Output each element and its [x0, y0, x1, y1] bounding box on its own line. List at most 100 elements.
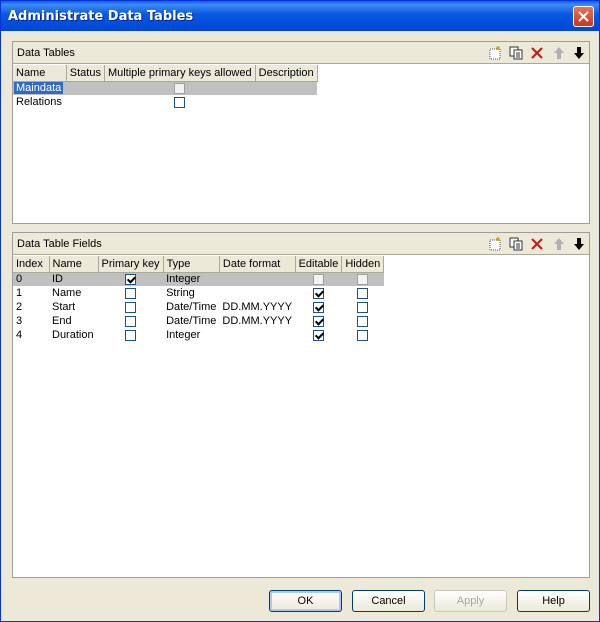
table-status	[66, 95, 104, 109]
table-description	[255, 81, 318, 95]
table-row[interactable]: Relations	[13, 95, 317, 109]
col-header-date-format[interactable]: Date format	[219, 256, 296, 273]
new-icon	[489, 46, 501, 60]
delete-icon	[531, 47, 543, 59]
field-date-format[interactable]	[219, 272, 296, 286]
field-row[interactable]: 4 Duration Integer	[13, 328, 384, 342]
field-date-format[interactable]	[219, 286, 295, 300]
table-name[interactable]: Maindata	[14, 82, 64, 95]
col-header-index[interactable]: Index	[13, 256, 50, 273]
table-description	[255, 95, 317, 109]
ok-button[interactable]: OK	[269, 590, 342, 612]
editable-checkbox[interactable]	[312, 287, 324, 299]
field-type[interactable]: Date/Time	[163, 314, 219, 328]
field-name[interactable]: Duration	[49, 328, 98, 342]
col-header-hidden[interactable]: Hidden	[341, 256, 385, 273]
field-date-format[interactable]	[219, 328, 295, 342]
move-up-table-button[interactable]	[551, 45, 567, 61]
window-title: Administrate Data Tables	[8, 9, 194, 24]
field-row[interactable]: 1 Name String	[13, 286, 384, 300]
new-table-button[interactable]	[487, 45, 503, 61]
primary-key-checkbox[interactable]	[125, 301, 137, 313]
copy-table-button[interactable]	[508, 45, 524, 61]
data-tables-header-row: Name Status Multiple primary keys allowe…	[13, 65, 318, 82]
move-up-icon	[554, 47, 564, 59]
help-button[interactable]: Help	[517, 590, 590, 612]
col-header-type[interactable]: Type	[163, 256, 220, 273]
move-down-icon	[574, 238, 584, 250]
table-status	[66, 81, 105, 95]
field-index: 0	[13, 272, 49, 286]
title-bar[interactable]: Administrate Data Tables	[1, 1, 599, 31]
delete-icon	[531, 238, 543, 250]
fields-title: Data Table Fields	[17, 238, 102, 250]
delete-field-button[interactable]	[529, 236, 545, 252]
editable-checkbox[interactable]	[312, 301, 324, 313]
fields-header: Data Table Fields	[13, 233, 589, 255]
fields-grid: Index Name Primary key Type Date format …	[13, 256, 385, 342]
field-type[interactable]: String	[163, 286, 219, 300]
col-header-primary-key[interactable]: Primary key	[98, 256, 164, 273]
primary-key-checkbox[interactable]	[125, 287, 137, 299]
col-header-editable[interactable]: Editable	[295, 256, 343, 273]
multiple-primary-keys-checkbox[interactable]	[174, 96, 186, 108]
col-header-name[interactable]: Name	[13, 65, 67, 82]
field-index: 3	[16, 315, 23, 327]
data-tables-panel: Data Tables Name Status Multiple primary…	[12, 41, 590, 224]
move-up-field-button[interactable]	[551, 236, 567, 252]
table-row[interactable]: Maindata	[13, 81, 318, 95]
fields-header-row: Index Name Primary key Type Date format …	[13, 256, 385, 273]
field-index: 2	[16, 301, 23, 313]
delete-table-button[interactable]	[529, 45, 545, 61]
apply-button[interactable]: Apply	[434, 590, 507, 612]
field-index: 4	[16, 329, 23, 341]
data-tables-title: Data Tables	[17, 47, 75, 59]
field-date-format[interactable]: DD.MM.YYYY	[219, 300, 295, 314]
editable-checkbox[interactable]	[312, 329, 324, 341]
field-type[interactable]: Integer	[163, 272, 220, 286]
cancel-button[interactable]: Cancel	[352, 590, 425, 612]
col-header-status[interactable]: Status	[66, 65, 105, 82]
data-table-fields-panel: Data Table Fields Index Name Primary key…	[12, 232, 590, 578]
table-name[interactable]: Relations	[13, 95, 66, 109]
editable-checkbox[interactable]	[312, 273, 324, 285]
primary-key-checkbox[interactable]	[125, 273, 137, 285]
hidden-checkbox[interactable]	[357, 315, 369, 327]
copy-icon	[509, 237, 523, 251]
primary-key-checkbox[interactable]	[125, 315, 137, 327]
field-name[interactable]: Name	[49, 286, 98, 300]
copy-field-button[interactable]	[508, 236, 524, 252]
move-down-table-button[interactable]	[571, 45, 587, 61]
hidden-checkbox[interactable]	[357, 329, 369, 341]
col-header-description[interactable]: Description	[255, 65, 318, 82]
move-down-field-button[interactable]	[571, 236, 587, 252]
dialog-window: Administrate Data Tables Data Tables Nam…	[0, 0, 600, 622]
hidden-checkbox[interactable]	[357, 301, 369, 313]
field-name[interactable]: End	[49, 314, 98, 328]
multiple-primary-keys-checkbox[interactable]	[174, 82, 186, 94]
field-name[interactable]: Start	[49, 300, 98, 314]
hidden-checkbox[interactable]	[357, 273, 369, 285]
data-tables-header: Data Tables	[13, 42, 589, 64]
close-icon	[578, 11, 589, 22]
editable-checkbox[interactable]	[312, 315, 324, 327]
copy-icon	[509, 46, 523, 60]
field-row[interactable]: 0 ID Integer	[13, 272, 384, 286]
new-icon	[489, 237, 501, 251]
hidden-checkbox[interactable]	[357, 287, 369, 299]
new-field-button[interactable]	[487, 236, 503, 252]
field-type[interactable]: Integer	[163, 328, 219, 342]
field-row[interactable]: 2 Start Date/Time DD.MM.YYYY	[13, 300, 384, 314]
primary-key-checkbox[interactable]	[125, 329, 137, 341]
move-down-icon	[574, 47, 584, 59]
field-date-format[interactable]: DD.MM.YYYY	[219, 314, 295, 328]
col-header-name[interactable]: Name	[49, 256, 99, 273]
close-button[interactable]	[573, 6, 594, 27]
field-index: 1	[16, 287, 23, 299]
field-row[interactable]: 3 End Date/Time DD.MM.YYYY	[13, 314, 384, 328]
move-up-icon	[554, 238, 564, 250]
field-name[interactable]: ID	[49, 272, 98, 286]
field-type[interactable]: Date/Time	[163, 300, 219, 314]
data-tables-grid: Name Status Multiple primary keys allowe…	[13, 65, 318, 109]
col-header-multiple-primary-keys[interactable]: Multiple primary keys allowed	[104, 65, 256, 82]
